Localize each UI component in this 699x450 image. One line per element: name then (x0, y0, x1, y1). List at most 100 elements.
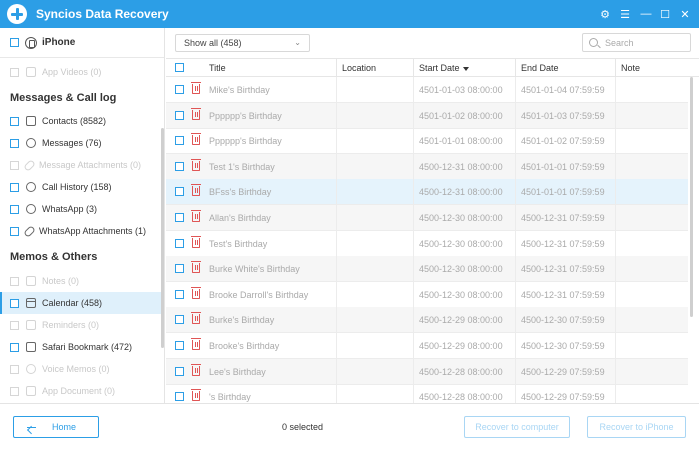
sidebar-item-checkbox[interactable] (10, 226, 19, 236)
row-checkbox[interactable] (175, 187, 184, 197)
sidebar-item-checkbox[interactable] (10, 204, 19, 214)
table-row[interactable]: Mike's Birthday 4501-01-03 08:00:00 4501-0… (166, 77, 688, 103)
menu-icon[interactable]: ☰ (616, 5, 634, 23)
sidebar-item: App Document (0) (0, 380, 161, 402)
table-row[interactable]: Pppppp's Birthday 4501-01-02 08:00:00 4501… (166, 102, 688, 129)
sidebar-item[interactable]: Calendar (458) (0, 292, 161, 314)
close-icon[interactable]: ✕ (676, 5, 694, 23)
minimize-icon[interactable]: — (637, 5, 655, 23)
table-row[interactable]: Burke White's Birthday 4500-12-30 08:00:0… (166, 256, 688, 283)
notes-icon (26, 276, 36, 286)
row-checkbox[interactable] (175, 341, 184, 350)
sidebar-item-checkbox (10, 320, 19, 330)
sort-desc-icon (462, 66, 469, 71)
table-row[interactable]: Lee's Birthday 4500-12-28 08:00:00 4500-12… (166, 358, 688, 385)
sidebar-item-checkbox[interactable] (10, 182, 19, 192)
table-scrollbar[interactable] (690, 77, 693, 403)
row-checkbox[interactable] (175, 315, 184, 325)
sidebar-item: App Videos (0) (0, 61, 161, 83)
recover-to-computer-button[interactable]: Recover to computer (464, 416, 570, 438)
cell-title: BFss's Birthday (209, 187, 272, 198)
sidebar-item-checkbox (10, 364, 19, 374)
cell-title: Brooke's Birthday (209, 341, 280, 351)
row-checkbox[interactable] (175, 213, 184, 222)
trash-icon[interactable] (191, 158, 201, 171)
sidebar-item[interactable]: Call History (158) (0, 176, 161, 198)
trash-icon[interactable] (191, 312, 201, 325)
gear-icon[interactable]: ⚙ (596, 5, 614, 23)
sidebar-item[interactable]: WhatsApp Attachments (1) (0, 220, 161, 242)
column-location[interactable]: Location (342, 63, 376, 73)
row-checkbox[interactable] (175, 110, 184, 120)
table-row[interactable]: Test 1's Birthday 4500-12-31 08:00:00 4501… (166, 153, 688, 180)
row-checkbox[interactable] (175, 238, 184, 248)
voice-memo-icon (26, 364, 36, 374)
sidebar-item-checkbox[interactable] (10, 138, 19, 148)
footer: Home 0 selected Recover to computer Reco… (0, 403, 699, 450)
row-checkbox[interactable] (175, 85, 184, 94)
row-checkbox[interactable] (175, 366, 184, 376)
column-title[interactable]: Title (209, 63, 226, 73)
sidebar-item-checkbox[interactable] (10, 298, 19, 308)
message-icon (26, 138, 36, 148)
trash-icon[interactable] (191, 184, 201, 197)
table-row[interactable]: Pppppp's Birthday 4501-01-01 08:00:00 4501… (166, 128, 688, 155)
device-checkbox[interactable] (10, 38, 19, 47)
app-title: Syncios Data Recovery (36, 7, 169, 21)
table-row[interactable]: Brooke Darroll's Birthday 4500-12-30 08:0… (166, 281, 688, 308)
contacts-icon (26, 116, 36, 126)
select-all-checkbox[interactable] (175, 63, 184, 72)
table-row[interactable]: Brooke's Birthday 4500-12-29 08:00:00 4500… (166, 333, 688, 359)
sidebar-item[interactable]: Contacts (8582) (0, 110, 161, 132)
row-checkbox[interactable] (175, 136, 184, 146)
trash-icon[interactable] (191, 133, 201, 146)
title-bar: Syncios Data Recovery ⚙ ☰ — ☐ ✕ (0, 0, 699, 28)
trash-icon[interactable] (191, 261, 201, 274)
sidebar-item-checkbox[interactable] (10, 116, 19, 126)
column-note[interactable]: Note (621, 63, 640, 73)
row-checkbox[interactable] (175, 289, 184, 299)
cell-end-date: 4501-01-04 07:59:59 (521, 85, 605, 95)
sidebar-scrollbar[interactable] (161, 128, 164, 348)
sidebar-item-checkbox[interactable] (10, 342, 19, 352)
column-end-date[interactable]: End Date (521, 63, 559, 73)
cell-start-date: 4500-12-29 08:00:00 (419, 315, 503, 326)
sidebar-item[interactable]: Messages (76) (0, 132, 161, 154)
app-logo-icon (7, 4, 27, 24)
sidebar-item[interactable]: Safari Bookmark (472) (0, 336, 161, 358)
filter-dropdown[interactable]: Show all (458) ⌄ (175, 34, 310, 52)
cell-title: Mike's Birthday (209, 85, 270, 95)
trash-icon[interactable] (191, 82, 201, 94)
recover-to-iphone-button[interactable]: Recover to iPhone (587, 416, 686, 438)
cell-title: Pppppp's Birthday (209, 110, 282, 121)
cell-title: Lee's Birthday (209, 366, 266, 377)
sidebar-item-label: Calendar (458) (42, 298, 103, 308)
trash-icon[interactable] (191, 210, 201, 222)
maximize-icon[interactable]: ☐ (656, 5, 674, 23)
section-heading-memos: Memos & Others (10, 251, 98, 263)
device-row[interactable]: iPhone (0, 28, 164, 58)
cell-start-date: 4500-12-30 08:00:00 (419, 264, 503, 275)
column-start-date[interactable]: Start Date (419, 63, 469, 73)
search-input[interactable]: Search (582, 33, 691, 52)
trash-icon[interactable] (191, 286, 201, 299)
cell-start-date: 4500-12-31 08:00:00 (419, 187, 503, 198)
row-checkbox[interactable] (175, 392, 184, 402)
trash-icon[interactable] (191, 235, 201, 248)
table-row[interactable]: Burke's Birthday 4500-12-29 08:00:00 4500-… (166, 307, 688, 334)
trash-icon[interactable] (191, 338, 201, 350)
trash-icon[interactable] (191, 363, 201, 376)
table-row[interactable]: Test's Birthday 4500-12-30 08:00:00 4500-1… (166, 230, 688, 257)
row-checkbox[interactable] (175, 161, 184, 171)
home-button[interactable]: Home (13, 416, 99, 438)
trash-icon[interactable] (191, 107, 201, 120)
sidebar-item[interactable]: WhatsApp (3) (0, 198, 161, 220)
table-row[interactable]: BFss's Birthday 4500-12-31 08:00:00 4501-0… (166, 179, 688, 206)
row-checkbox[interactable] (175, 264, 184, 274)
trash-icon[interactable] (191, 389, 201, 402)
sidebar-item-label: Voice Memos (0) (42, 364, 110, 374)
table-row[interactable]: Allan's Birthday 4500-12-30 08:00:00 4500-… (166, 205, 688, 231)
sidebar-item-checkbox (10, 386, 19, 396)
sidebar-item-label: Messages (76) (42, 138, 102, 148)
sidebar-item-checkbox (10, 276, 19, 286)
